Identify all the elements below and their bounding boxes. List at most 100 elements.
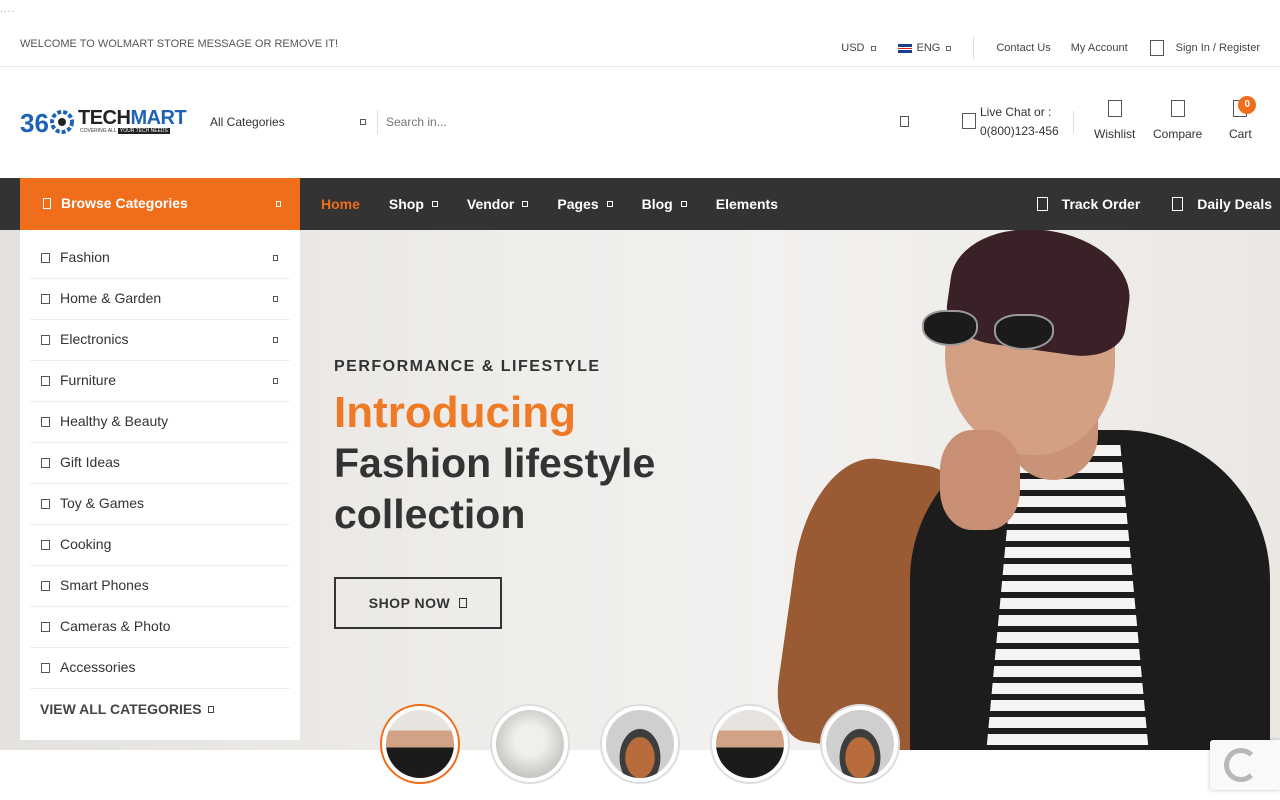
- search-input[interactable]: [386, 112, 886, 132]
- sunglasses: [922, 310, 1072, 350]
- divider: [973, 37, 975, 59]
- slide-thumb-2[interactable]: [490, 704, 570, 784]
- category-item-home-garden[interactable]: Home & Garden: [30, 279, 290, 320]
- category-item-gift-ideas[interactable]: Gift Ideas: [30, 443, 290, 484]
- view-all-categories-link[interactable]: VIEW ALL CATEGORIES: [40, 701, 214, 717]
- welcome-message: WELCOME TO WOLMART STORE MESSAGE OR REMO…: [20, 38, 339, 50]
- hero-subtitle: PERFORMANCE & LIFESTYLE: [334, 358, 601, 375]
- hero-title: Fashion lifestyle collection: [334, 440, 656, 537]
- slide-thumb-3[interactable]: [600, 704, 680, 784]
- sign-in-link[interactable]: Sign In / Register: [1149, 40, 1260, 56]
- top-bar: WELCOME TO WOLMART STORE MESSAGE OR REMO…: [0, 22, 1280, 67]
- wishlist-label: Wishlist: [1094, 127, 1136, 141]
- chevron-right-icon: [273, 255, 278, 261]
- hero-model-image: [750, 230, 1280, 750]
- category-label: Cooking: [60, 536, 112, 552]
- nav-item-blog[interactable]: Blog: [642, 196, 687, 212]
- nav-item-home[interactable]: Home: [321, 196, 360, 212]
- chat-icon: [962, 113, 976, 129]
- cart-link[interactable]: 0 Cart: [1229, 96, 1257, 141]
- hand: [940, 430, 1020, 530]
- chevron-down-icon: [680, 201, 687, 207]
- loading-dots: ....: [0, 4, 16, 15]
- chevron-down-icon: [946, 45, 952, 51]
- menu-icon: [43, 198, 51, 209]
- cart-label: Cart: [1229, 127, 1252, 141]
- category-item-furniture[interactable]: Furniture: [30, 361, 290, 402]
- chevron-down-icon: [431, 201, 438, 207]
- map-marker-icon: [1036, 197, 1048, 211]
- language-dropdown[interactable]: ENG: [897, 42, 952, 54]
- category-label: Healthy & Beauty: [60, 413, 169, 429]
- shop-now-label: SHOP NOW: [368, 595, 451, 611]
- divider: [1073, 111, 1074, 133]
- sofa-icon: [41, 376, 50, 386]
- gamepad-icon: [41, 499, 50, 509]
- compare-icon: [1170, 100, 1185, 117]
- nav-item-elements[interactable]: Elements: [716, 196, 778, 212]
- nav-item-vendor[interactable]: Vendor: [467, 196, 529, 212]
- cart-count-badge: 0: [1238, 96, 1257, 114]
- thumb-image: [716, 710, 784, 778]
- compare-link[interactable]: Compare: [1153, 100, 1202, 141]
- user-icon: [1149, 40, 1164, 56]
- fashion-icon: [41, 253, 50, 263]
- live-chat-label: Live Chat or :: [980, 105, 1052, 119]
- thumb-image: [606, 710, 674, 778]
- camera-icon: [41, 622, 50, 632]
- category-item-accessories[interactable]: Accessories: [30, 648, 290, 689]
- contact-us-link[interactable]: Contact Us: [996, 42, 1050, 54]
- chevron-down-icon: [360, 119, 366, 125]
- category-item-cooking[interactable]: Cooking: [30, 525, 290, 566]
- electronics-icon: [41, 335, 50, 345]
- arrow-right-icon: [459, 598, 468, 608]
- nav-item-pages[interactable]: Pages: [557, 196, 613, 212]
- heart-icon: [1107, 100, 1122, 117]
- chevron-down-icon: [606, 201, 613, 207]
- tag-icon: [1172, 197, 1184, 211]
- slide-thumb-4[interactable]: [710, 704, 790, 784]
- category-item-cameras-photo[interactable]: Cameras & Photo: [30, 607, 290, 648]
- category-item-fashion[interactable]: Fashion: [30, 238, 290, 279]
- slide-thumb-5[interactable]: [820, 704, 900, 784]
- category-item-smart-phones[interactable]: Smart Phones: [30, 566, 290, 607]
- live-chat[interactable]: Live Chat or : 0(800)123-456: [962, 103, 1059, 141]
- daily-deals-link[interactable]: Daily Deals: [1172, 196, 1272, 212]
- category-item-healthy-beauty[interactable]: Healthy & Beauty: [30, 402, 290, 443]
- uk-flag-icon: [897, 43, 912, 53]
- category-label: Furniture: [60, 372, 117, 388]
- shop-now-button[interactable]: SHOP NOW: [334, 577, 502, 629]
- track-order-link[interactable]: Track Order: [1036, 196, 1141, 212]
- nav-label: Pages: [557, 196, 599, 212]
- browse-categories-button[interactable]: Browse Categories: [20, 178, 300, 230]
- nav-label: Elements: [715, 196, 778, 212]
- slide-thumb-1[interactable]: [380, 704, 460, 784]
- category-label: Smart Phones: [60, 577, 149, 593]
- sign-in-label: Sign In / Register: [1175, 42, 1260, 54]
- my-account-link[interactable]: My Account: [1071, 42, 1128, 54]
- recaptcha-icon: [1224, 748, 1258, 782]
- category-item-toy-games[interactable]: Toy & Games: [30, 484, 290, 525]
- track-order-label: Track Order: [1061, 196, 1141, 212]
- category-item-electronics[interactable]: Electronics: [30, 320, 290, 361]
- currency-label: USD: [841, 42, 865, 54]
- nav-item-shop[interactable]: Shop: [389, 196, 438, 212]
- recaptcha-badge[interactable]: [1210, 740, 1280, 790]
- hero-title-highlight: Introducing: [334, 388, 576, 437]
- chevron-right-icon: [273, 378, 278, 384]
- logo-word-mart: MART: [130, 107, 187, 129]
- wishlist-link[interactable]: Wishlist: [1094, 100, 1135, 141]
- site-logo[interactable]: 36 TECHMART COVERING ALL YOUR TECH NEEDS: [20, 105, 187, 139]
- search-bar: All Categories: [200, 105, 920, 139]
- category-list: Fashion Home & Garden Electronics Furnit…: [20, 230, 300, 740]
- search-icon[interactable]: [900, 116, 909, 127]
- currency-dropdown[interactable]: USD: [841, 42, 876, 54]
- category-label: Gift Ideas: [60, 454, 120, 470]
- language-label: ENG: [916, 42, 941, 54]
- nav-menu: Home Shop Vendor Pages Blog Elements: [321, 178, 807, 230]
- logo-tag-a: COVERING ALL: [80, 128, 117, 134]
- live-chat-phone: 0(800)123-456: [980, 124, 1059, 138]
- logo-gear-icon: 36: [20, 108, 74, 138]
- nav-label: Shop: [388, 196, 424, 212]
- category-select[interactable]: All Categories: [210, 115, 285, 129]
